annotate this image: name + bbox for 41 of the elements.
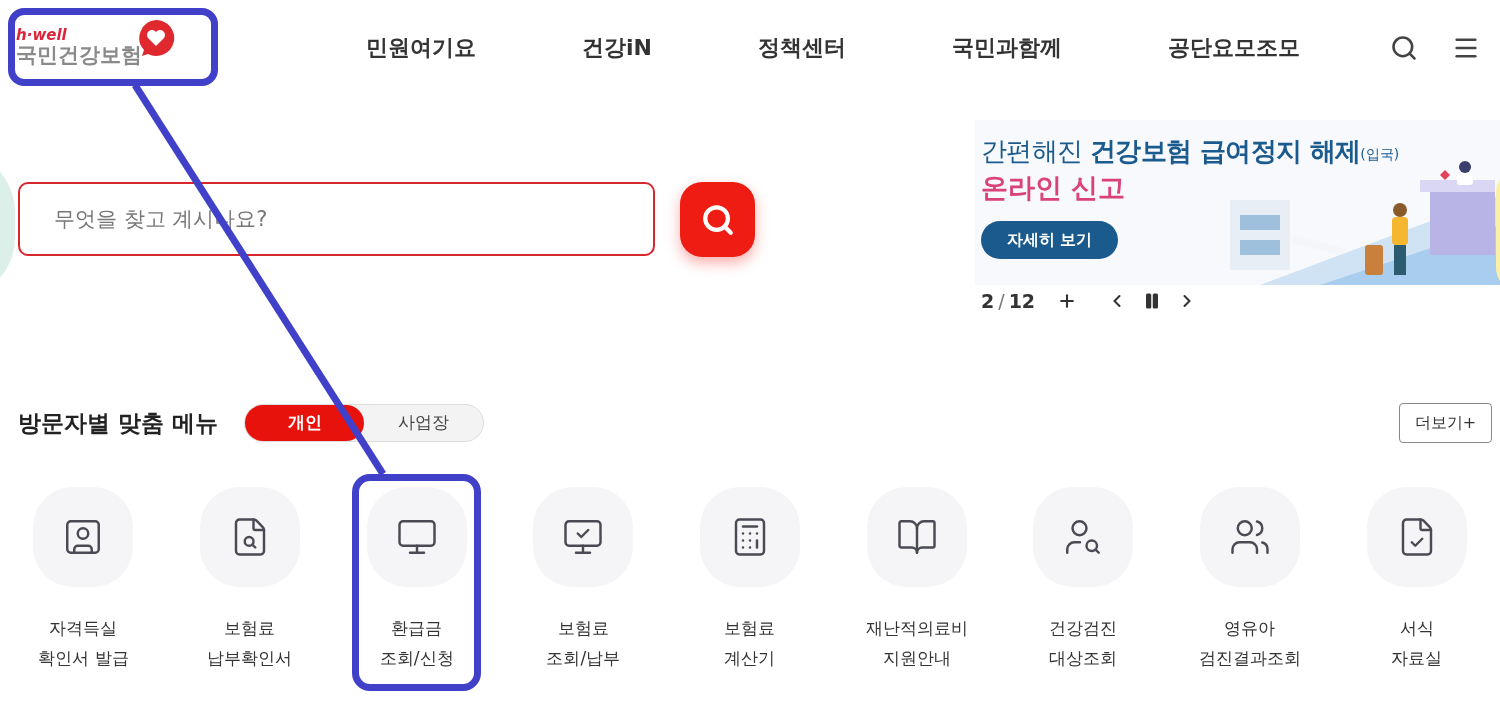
menu-tile[interactable] xyxy=(533,487,634,587)
menu-tile[interactable] xyxy=(1366,487,1467,587)
menu-label: 보험료 계산기 xyxy=(724,617,776,670)
nav-link[interactable]: 민원여기요 xyxy=(366,31,476,64)
nav-link[interactable]: 국민과함께 xyxy=(951,31,1062,64)
banner-headline-note: (입국) xyxy=(1360,145,1400,164)
search-icon xyxy=(700,202,735,237)
menu-label: 자격득실 확인서 발급 xyxy=(38,617,129,670)
menu-tile[interactable] xyxy=(366,487,467,587)
logo[interactable]: h·well 국민건강보험 xyxy=(16,17,206,78)
page-separator: / xyxy=(998,289,1005,314)
menu-tile[interactable] xyxy=(1200,487,1300,587)
search-button[interactable] xyxy=(680,182,755,257)
toggle-tab[interactable]: 개인 xyxy=(245,405,364,441)
search-icon[interactable] xyxy=(1390,33,1418,62)
banner-headline: 간편해진 건강보험 급여정지 해제 xyxy=(981,135,1361,168)
page-total: 12 xyxy=(1008,289,1036,314)
menu-label: 보험료 조회/납부 xyxy=(546,617,621,670)
menu-label: 영유아 검진결과조회 xyxy=(1199,617,1301,670)
logo-tagline: h·well xyxy=(16,27,68,43)
page-current: 2 xyxy=(981,289,995,314)
menu-tile[interactable] xyxy=(33,487,134,587)
menu-label: 재난적의료비 지원안내 xyxy=(865,617,968,670)
menu-label: 환급금 조회/신청 xyxy=(379,617,454,670)
menu-tile[interactable] xyxy=(866,487,967,587)
menu-tile[interactable] xyxy=(700,487,800,587)
details-button[interactable]: 자세히 보기 xyxy=(981,220,1118,259)
toggle-tab[interactable]: 사업장 xyxy=(364,405,483,441)
menu-label: 건강검진 대상조회 xyxy=(1049,617,1118,670)
logo-text: 국민건강보험 xyxy=(16,44,142,66)
menu-tile[interactable] xyxy=(1033,487,1134,587)
menu-tile[interactable] xyxy=(200,487,300,587)
banner-subline: 온라인 신고 xyxy=(981,171,1127,205)
nav-link[interactable]: 정책센터 xyxy=(757,31,846,64)
section-title: 방문자별 맞춤 메뉴 xyxy=(18,408,218,438)
promo-banner[interactable]: 간편해진 건강보험 급여정지 해제(입국) 온라인 신고 자세히 보기 xyxy=(975,120,1500,285)
menu-label: 서식 자료실 xyxy=(1391,617,1443,670)
nav-link[interactable]: 공단요모조모 xyxy=(1167,31,1300,64)
nav-link[interactable]: 건강iN xyxy=(582,31,652,64)
menu-label: 보험료 납부확인서 xyxy=(207,617,293,670)
more-button[interactable]: 더보기+ xyxy=(1399,403,1492,443)
